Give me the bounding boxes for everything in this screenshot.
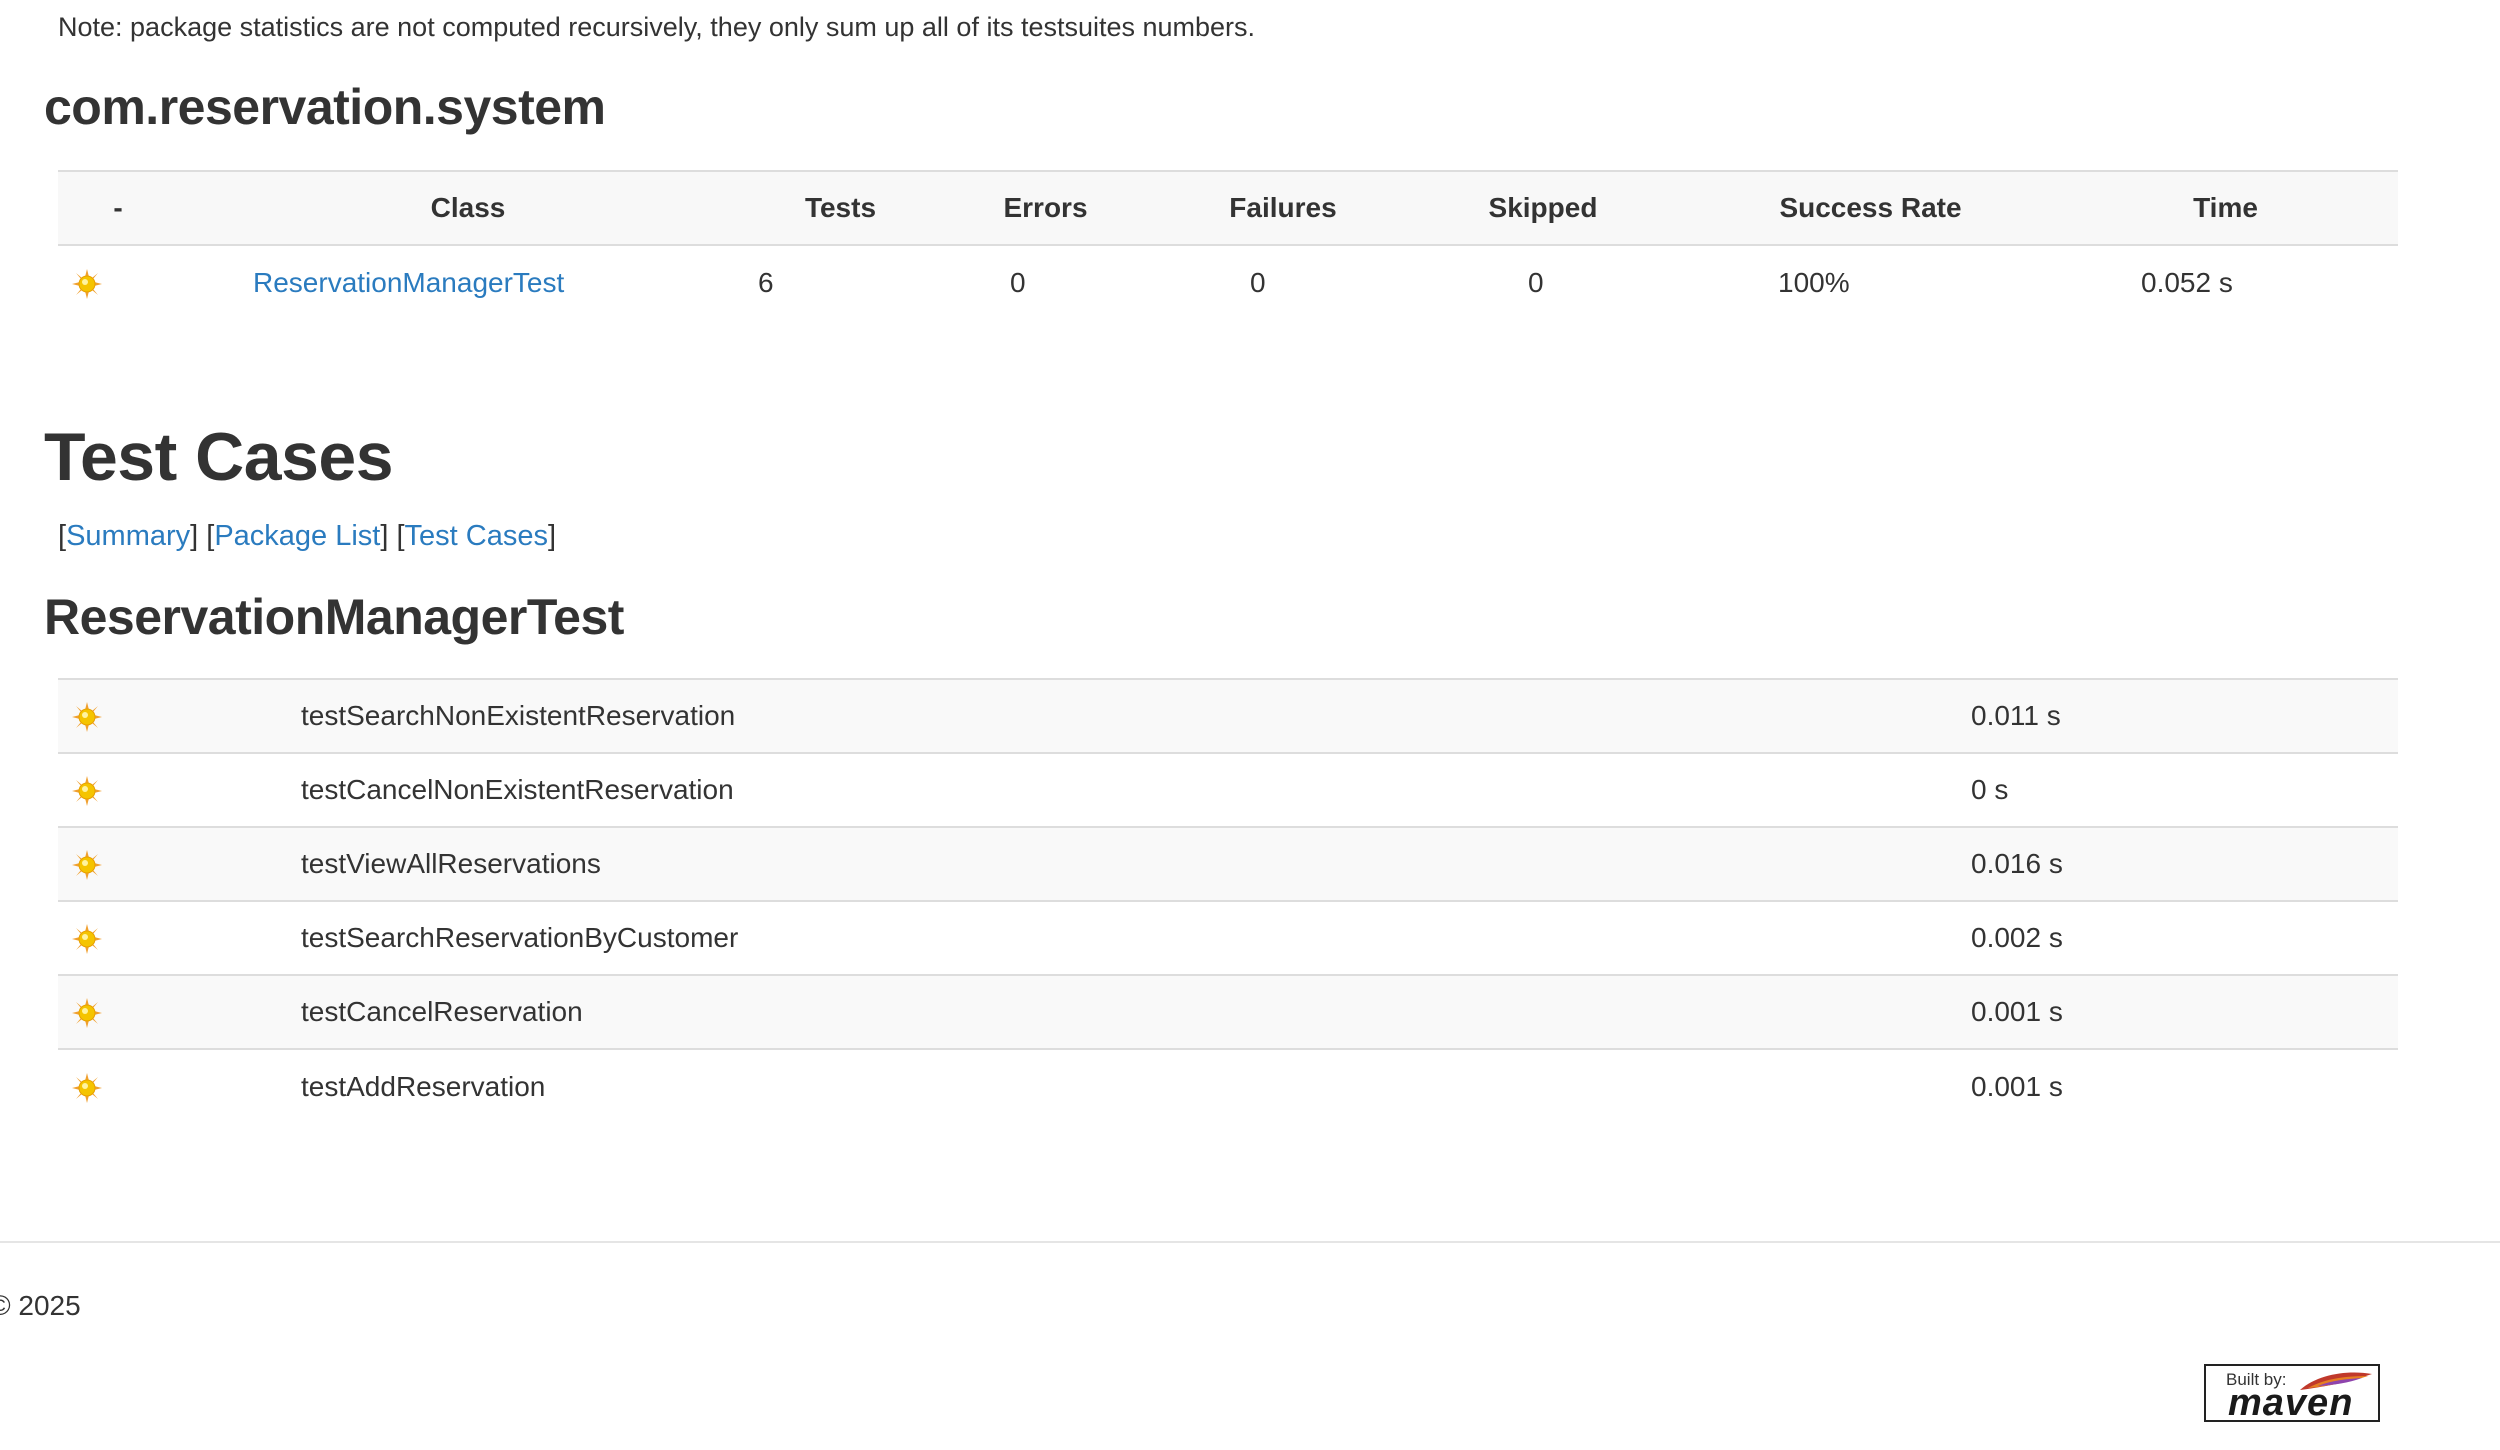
success-sun-icon (72, 1072, 102, 1103)
test-cases-table: testSearchNonExistentReservation 0.011 st… (58, 678, 2398, 1123)
table-row: ReservationManagerTest 6 0 0 0 100% 0.05… (58, 245, 2398, 320)
test-cases-heading: Test Cases (44, 419, 394, 495)
table-header-row: - Class Tests Errors Failures Skipped Su… (58, 170, 2398, 246)
class-cell[interactable]: ReservationManagerTest (178, 245, 758, 320)
table-row: testViewAllReservations 0.016 s (58, 827, 2398, 901)
test-case-time: 0.002 s (1971, 922, 2063, 953)
status-cell (58, 679, 301, 753)
success-sun-icon (72, 850, 102, 881)
test-case-time: 0.001 s (1971, 996, 2063, 1027)
test-case-time: 0.011 s (1971, 700, 2061, 731)
test-case-name: testCancelReservation (301, 996, 583, 1027)
col-header-time: Time (2053, 170, 2398, 246)
col-header-tests: Tests (758, 170, 923, 246)
package-summary-table: - Class Tests Errors Failures Skipped Su… (58, 170, 2398, 320)
footer-divider (0, 1241, 2500, 1243)
test-case-name: testAddReservation (301, 1070, 546, 1102)
success-sun-icon (72, 269, 102, 300)
test-case-name: testViewAllReservations (301, 848, 601, 879)
col-header-failures: Failures (1168, 170, 1398, 246)
badge-maven-text: maven (2228, 1382, 2354, 1424)
col-header-skipped: Skipped (1398, 170, 1688, 246)
test-case-time: 0.001 s (1971, 1070, 2063, 1102)
test-case-name: testCancelNonExistentReservation (301, 774, 734, 805)
test-case-time: 0.016 s (1971, 848, 2063, 879)
package-heading: com.reservation.system (44, 79, 606, 135)
package-stats-note: Note: package statistics are not compute… (58, 12, 1256, 42)
success-rate-cell: 100% (1778, 267, 1850, 298)
section-nav-links: [Summary] [Package List] [Test Cases] (58, 520, 557, 552)
test-case-time: 0 s (1971, 774, 2009, 805)
success-sun-icon (72, 998, 102, 1029)
test-case-name: testSearchReservationByCustomer (301, 922, 739, 953)
table-row: testSearchNonExistentReservation 0.011 s (58, 679, 2398, 753)
test-case-name: testSearchNonExistentReservation (301, 700, 736, 731)
failures-cell: 0 (1250, 267, 1266, 298)
success-sun-icon (72, 702, 102, 733)
skipped-cell: 0 (1528, 267, 1544, 298)
class-heading: ReservationManagerTest (44, 589, 624, 645)
time-cell: 0.052 s (2141, 267, 2233, 298)
built-by-maven-badge[interactable]: Built by: maven (2204, 1364, 2380, 1424)
copyright: © 2025 (0, 1290, 81, 1321)
package-list-link[interactable]: Package List (214, 520, 380, 552)
col-header-errors: Errors (923, 170, 1168, 246)
success-sun-icon (72, 776, 102, 807)
table-row: testSearchReservationByCustomer 0.002 s (58, 901, 2398, 975)
test-cases-link[interactable]: Test Cases (405, 520, 548, 552)
status-cell (58, 827, 301, 901)
table-row: testCancelReservation 0.001 s (58, 975, 2398, 1049)
summary-link[interactable]: Summary (66, 520, 190, 552)
status-cell (58, 245, 178, 320)
table-row: testAddReservation 0.001 s (58, 1049, 2398, 1123)
status-cell (58, 901, 301, 975)
class-link[interactable]: ReservationManagerTest (253, 267, 564, 298)
errors-cell: 0 (1010, 267, 1026, 298)
col-header-class: Class (178, 170, 758, 246)
table-row: testCancelNonExistentReservation 0 s (58, 753, 2398, 827)
status-cell (58, 975, 301, 1049)
status-cell (58, 753, 301, 827)
status-cell (58, 1049, 301, 1123)
col-header-icon: - (58, 170, 178, 246)
col-header-success-rate: Success Rate (1688, 170, 2053, 246)
tests-cell: 6 (758, 267, 774, 298)
success-sun-icon (72, 924, 102, 955)
